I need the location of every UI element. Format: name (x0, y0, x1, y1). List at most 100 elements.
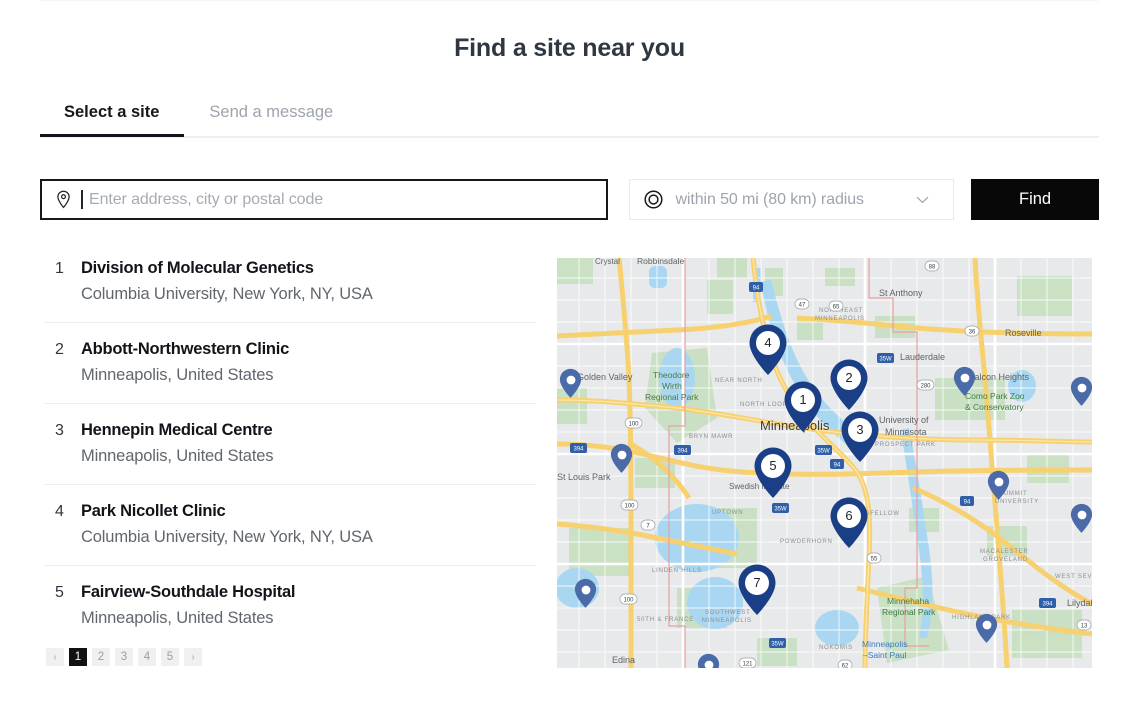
highway-shield: 100 (620, 499, 639, 511)
map-label: MINNEAPOLIS (815, 316, 865, 322)
map-label: Edina (612, 655, 635, 665)
results-list: 1 Division of Molecular Genetics Columbi… (44, 256, 536, 646)
map-label: St Louis Park (557, 472, 611, 482)
list-item[interactable]: 2 Abbott-Northwestern Clinic Minneapolis… (44, 337, 536, 404)
map-label: BRYN MAWR (689, 434, 733, 440)
chevron-down-icon[interactable] (916, 196, 929, 204)
pagination-page-3[interactable]: 3 (115, 648, 133, 666)
list-item[interactable]: 5 Fairview-Southdale Hospital Minneapoli… (44, 580, 536, 646)
map-label: NORTH LOOP (740, 402, 788, 408)
map-label: NEAR NORTH (715, 378, 763, 384)
card-top-edge (40, 0, 1099, 6)
map-pin-icon[interactable] (610, 443, 633, 474)
list-item[interactable]: 3 Hennepin Medical Centre Minneapolis, U… (44, 418, 536, 485)
map-pin-icon[interactable] (559, 368, 582, 399)
pagination-prev[interactable]: ‹ (46, 648, 64, 666)
result-name: Fairview-Southdale Hospital (81, 583, 296, 601)
map-label: & Conservatory (965, 402, 1024, 412)
result-name: Park Nicollet Clinic (81, 502, 226, 520)
result-index: 1 (55, 260, 64, 277)
pagination-page-5[interactable]: 5 (161, 648, 179, 666)
svg-text:100: 100 (628, 421, 639, 427)
svg-text:121: 121 (742, 661, 753, 667)
result-name: Hennepin Medical Centre (81, 421, 273, 439)
result-location: Minneapolis, United States (81, 447, 274, 465)
map-pin-number: 7 (745, 570, 769, 595)
tab-send-a-message[interactable]: Send a message (184, 103, 358, 135)
map-pin-marker-7[interactable]: 7 (737, 563, 777, 617)
map-pin-marker-4[interactable]: 4 (748, 323, 788, 377)
pagination-page-2[interactable]: 2 (92, 648, 110, 666)
map-pin-icon[interactable] (953, 366, 976, 397)
highway-shield: 121 (738, 657, 757, 668)
highway-shield: 100 (619, 593, 638, 605)
tab-select-a-site[interactable]: Select a site (40, 103, 185, 137)
result-index: 2 (55, 341, 64, 358)
svg-text:35W: 35W (817, 448, 830, 454)
map-label: Minneapolis (862, 639, 907, 649)
result-name: Division of Molecular Genetics (81, 259, 314, 277)
result-name: Abbott-Northwestern Clinic (81, 340, 289, 358)
highway-shield: 35W (769, 638, 786, 648)
svg-text:35W: 35W (879, 356, 892, 362)
result-index: 5 (55, 584, 64, 601)
svg-text:280: 280 (920, 383, 931, 389)
highway-shield: 394 (674, 445, 691, 455)
highway-shield: 65 (828, 300, 844, 312)
highway-shield: 55 (866, 552, 882, 564)
map-canvas[interactable]: Crystal Robbinsdale St Anthony NORTHEAST MIN… (557, 258, 1092, 668)
highway-shield: 35W (815, 445, 832, 455)
map-pin-marker-6[interactable]: 6 (829, 496, 869, 550)
map-pin-number: 2 (837, 365, 861, 390)
highway-shield: 100 (624, 417, 643, 429)
map-pin-marker-2[interactable]: 2 (829, 358, 869, 412)
map-pin-icon[interactable] (987, 470, 1010, 501)
tab-bar: Select a site Send a message (40, 103, 1099, 138)
map-pin-icon[interactable] (975, 613, 998, 644)
map-label: Regional Park (882, 607, 936, 617)
text-cursor (81, 190, 83, 209)
find-a-site-page: Find a site near you Select a site Send … (0, 0, 1139, 712)
svg-text:55: 55 (871, 556, 878, 562)
map-pin-icon[interactable] (574, 578, 597, 609)
address-input[interactable]: Enter address, city or postal code (40, 179, 609, 220)
address-placeholder: Enter address, city or postal code (89, 190, 324, 208)
map-label: LINDEN HILLS (652, 568, 702, 574)
map-label: Robbinsdale (637, 258, 685, 266)
map-label: Golden Valley (577, 372, 633, 382)
highway-shield: 394 (570, 443, 587, 453)
radius-selected-value: within 50 mi (80 km) radius (675, 190, 864, 208)
highway-shield: 394 (1039, 598, 1056, 608)
svg-text:13: 13 (1081, 623, 1088, 629)
pagination-next[interactable]: › (184, 648, 202, 666)
map-label: MACALESTER (980, 549, 1029, 555)
map-pin-number: 6 (837, 503, 861, 528)
result-location: Columbia University, New York, NY, USA (81, 528, 373, 546)
pagination: ‹ 1 2 3 4 5 › (46, 648, 202, 666)
map-pin-icon[interactable] (1070, 503, 1092, 534)
pagination-page-1[interactable]: 1 (69, 648, 87, 666)
map-label: –Saint Paul (863, 650, 907, 660)
highway-shield: 62 (837, 659, 853, 668)
map-pin-marker-1[interactable]: 1 (783, 380, 823, 434)
map-pin-number: 3 (848, 417, 872, 442)
result-index: 3 (55, 422, 64, 439)
pagination-page-4[interactable]: 4 (138, 648, 156, 666)
map-label: Lilydale (1067, 598, 1092, 608)
map-pin-icon[interactable] (1070, 376, 1092, 407)
map-pin-number: 1 (791, 387, 815, 412)
map-pin-marker-5[interactable]: 5 (753, 446, 793, 500)
radius-select[interactable]: within 50 mi (80 km) radius (629, 179, 955, 220)
highway-shield: 13 (1076, 619, 1092, 631)
map-label: UPTOWN (712, 510, 743, 516)
list-item[interactable]: 1 Division of Molecular Genetics Columbi… (44, 256, 536, 323)
map-label: Minnehaha (887, 596, 929, 606)
map-pin-icon[interactable] (697, 653, 720, 668)
list-item[interactable]: 4 Park Nicollet Clinic Columbia Universi… (44, 499, 536, 566)
svg-text:47: 47 (799, 302, 806, 308)
find-button[interactable]: Find (971, 179, 1099, 220)
svg-text:36: 36 (969, 329, 976, 335)
highway-shield: 7 (640, 519, 656, 531)
map-pin-marker-3[interactable]: 3 (840, 410, 880, 464)
map-label: Roseville (1005, 328, 1042, 338)
